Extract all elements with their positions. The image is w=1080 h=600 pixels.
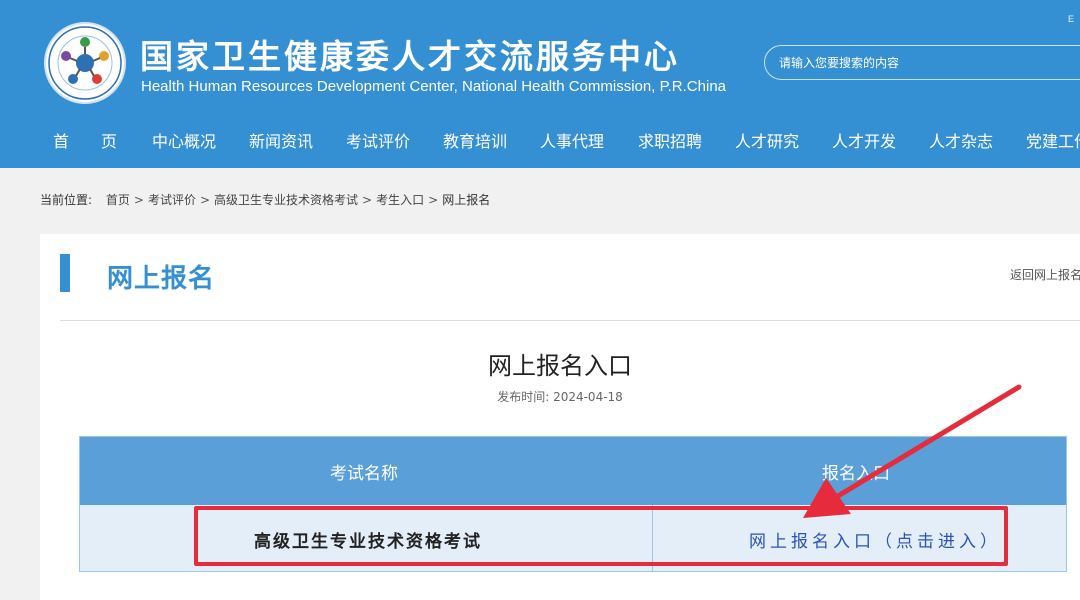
section-accent-bar (60, 254, 70, 292)
site-header: 国家卫生健康委人才交流服务中心 Health Human Resources D… (0, 0, 1080, 168)
publish-label: 发布时间: (497, 390, 550, 404)
site-subtitle: Health Human Resources Development Cente… (141, 78, 726, 95)
table-header: 考试名称 报名入口 (80, 437, 1066, 505)
breadcrumb-senior-exam[interactable]: 高级卫生专业技术资格考试 (214, 193, 358, 207)
section-title: 网上报名 (107, 264, 216, 294)
nav-item-home[interactable]: 首页 (53, 128, 149, 152)
top-link-fragment[interactable]: E (1068, 14, 1074, 24)
content-card: 网上报名 返回网上报名 网上报名入口 发布时间: 2024-04-18 考试名称… (40, 234, 1080, 600)
breadcrumb-candidate-entry[interactable]: 考生入口 (376, 193, 424, 207)
nav-item-jobs[interactable]: 求职招聘 (638, 128, 702, 152)
breadcrumb: 当前位置: 首页 > 考试评价 > 高级卫生专业技术资格考试 > 考生入口 > 网上报名 (40, 191, 490, 208)
registration-table: 考试名称 报名入口 高级卫生专业技术资格考试 网上报名入口（点击进入） (79, 436, 1067, 572)
breadcrumb-exams[interactable]: 考试评价 (148, 193, 196, 207)
site-title: 国家卫生健康委人才交流服务中心 (140, 37, 680, 76)
nav-item-personnel[interactable]: 人事代理 (540, 128, 604, 152)
nav-item-news[interactable]: 新闻资讯 (249, 128, 313, 152)
nav-item-education[interactable]: 教育培训 (443, 128, 507, 152)
breadcrumb-current: 网上报名 (442, 193, 491, 207)
breadcrumb-separator: > (428, 193, 439, 207)
search-input[interactable] (779, 53, 1079, 73)
breadcrumb-separator: > (133, 193, 144, 207)
back-link[interactable]: 返回网上报名 (1010, 266, 1080, 283)
header-registration-entry: 报名入口 (822, 464, 890, 484)
breadcrumb-home[interactable]: 首页 (106, 193, 130, 207)
nav-item-magazine[interactable]: 人才杂志 (929, 128, 993, 152)
nav-item-exams[interactable]: 考试评价 (346, 128, 410, 152)
nav-item-party[interactable]: 党建工作 (1026, 128, 1080, 152)
breadcrumb-separator: > (362, 193, 373, 207)
nav-item-development[interactable]: 人才开发 (832, 128, 896, 152)
main-nav: 首页 中心概况 新闻资讯 考试评价 教育培训 人事代理 求职招聘 人才研究 人才… (0, 118, 1080, 162)
header-exam-name: 考试名称 (330, 464, 398, 484)
exam-name-cell: 高级卫生专业技术资格考试 (254, 532, 482, 552)
article-title: 网上报名入口 (488, 352, 632, 380)
breadcrumb-label: 当前位置: (40, 193, 93, 207)
nav-item-research[interactable]: 人才研究 (735, 128, 799, 152)
publish-date: 2024-04-18 (553, 390, 623, 404)
registration-link[interactable]: 网上报名入口（点击进入） (749, 527, 1001, 552)
breadcrumb-separator: > (199, 193, 211, 207)
section-divider (60, 320, 1080, 321)
emblem-icon (48, 26, 122, 100)
nav-item-about[interactable]: 中心概况 (152, 128, 216, 152)
site-logo[interactable] (44, 22, 126, 104)
column-divider (652, 505, 653, 571)
search-box (764, 45, 1080, 80)
publish-info: 发布时间: 2024-04-18 (40, 388, 1080, 405)
table-row: 高级卫生专业技术资格考试 网上报名入口（点击进入） (80, 505, 1066, 571)
